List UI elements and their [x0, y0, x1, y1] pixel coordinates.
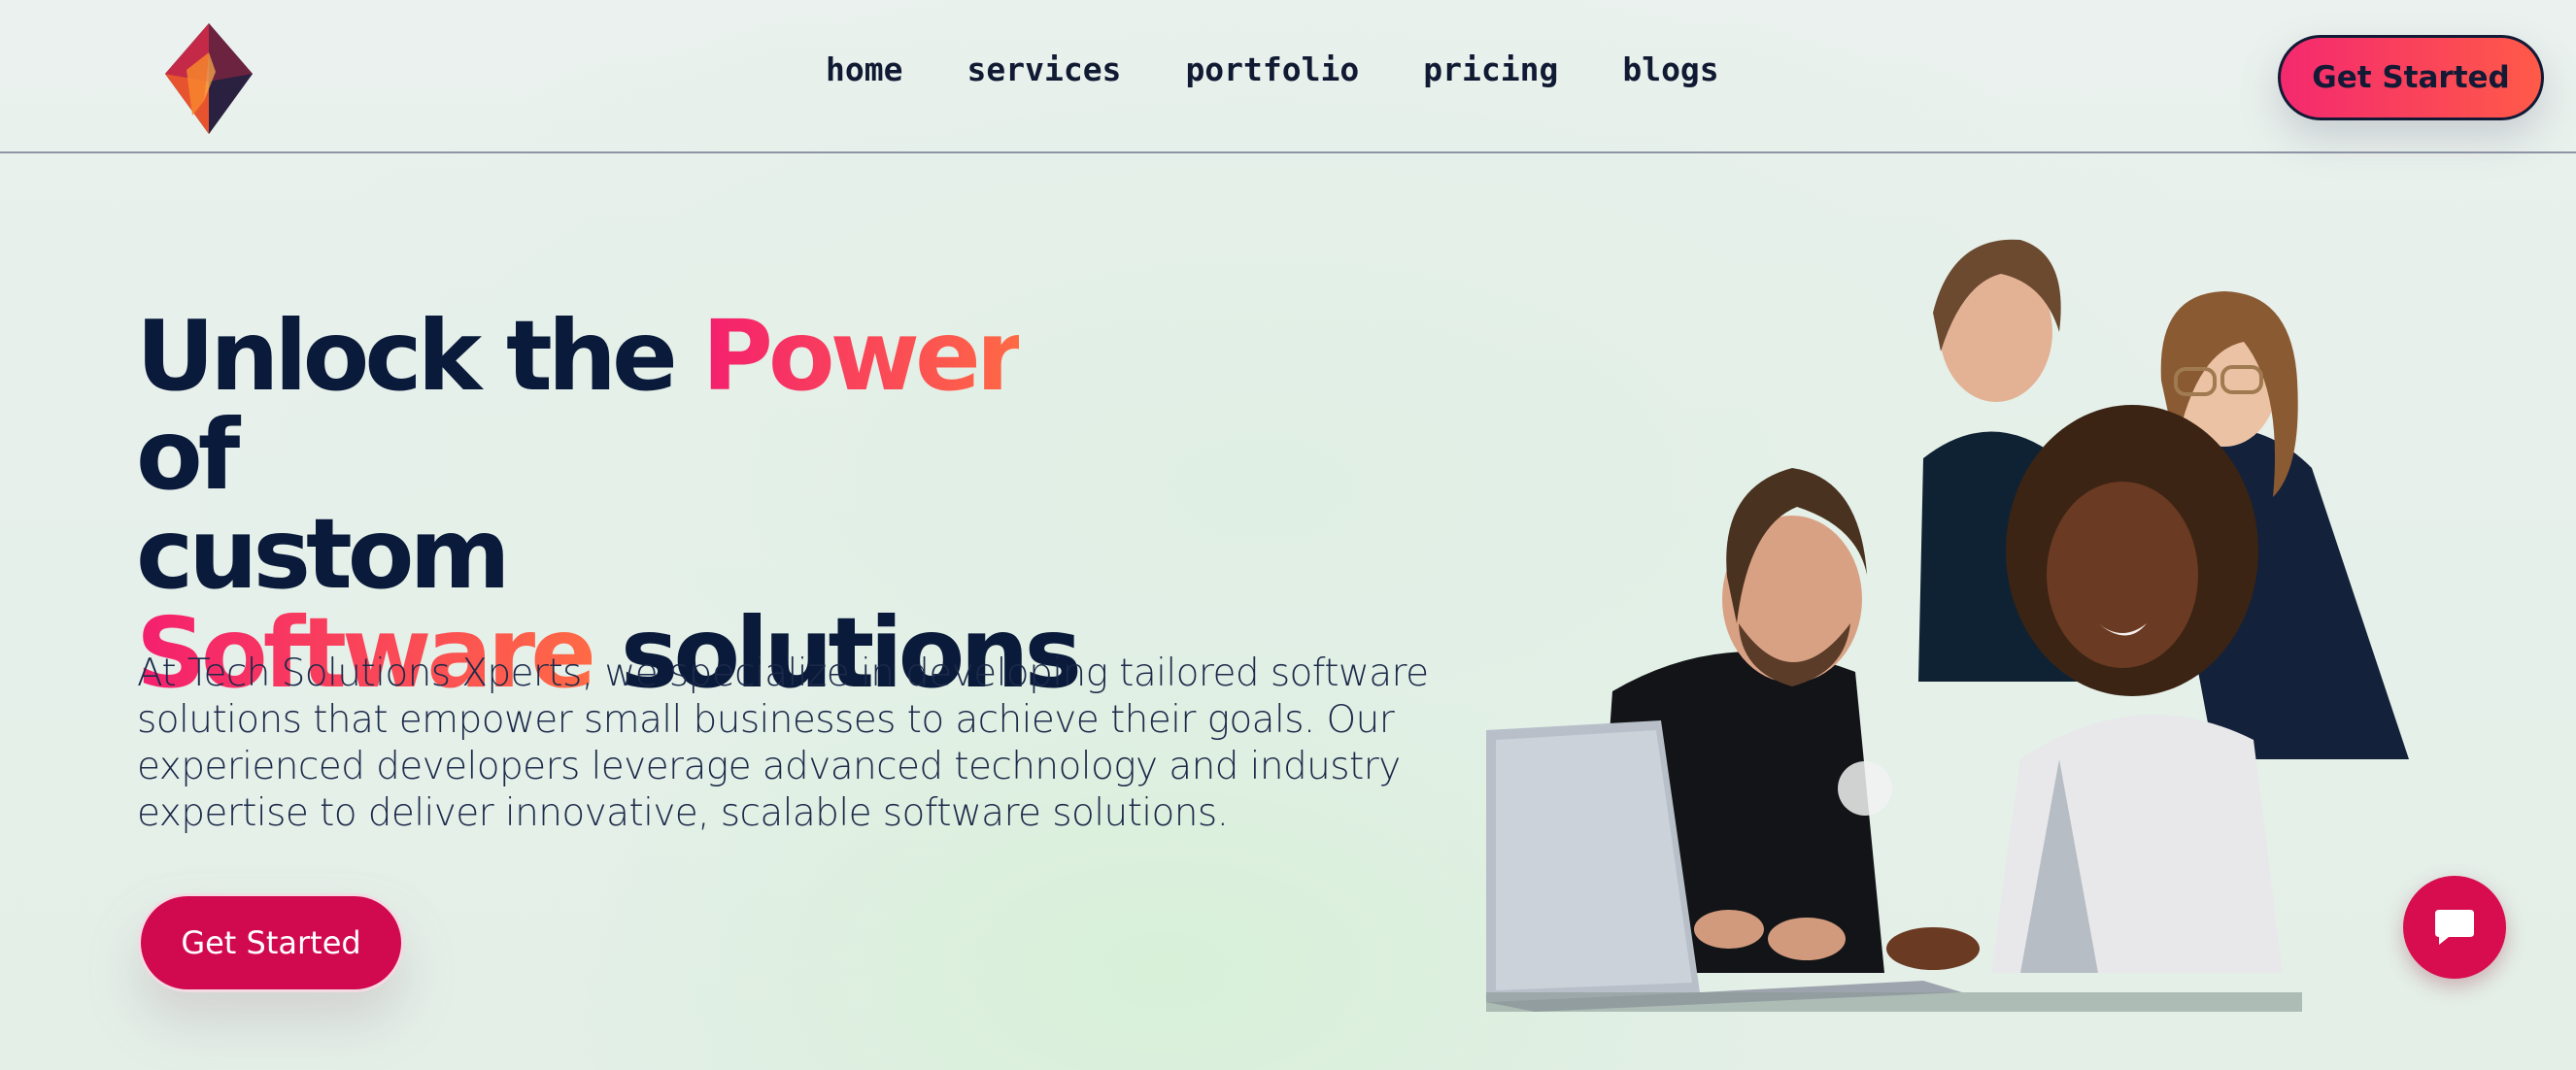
- headline-text: of: [136, 398, 240, 512]
- site-header: home services portfolio pricing blogs Ge…: [0, 0, 2576, 153]
- nav-item-pricing[interactable]: pricing: [1423, 50, 1558, 88]
- hero-headline: Unlock the Power of custom Software solu…: [136, 307, 1107, 703]
- chat-bubble-icon[interactable]: [2403, 876, 2506, 979]
- hero-description: At Tech Solutions Xperts, we specialize …: [137, 652, 1429, 835]
- main-nav: home services portfolio pricing blogs: [826, 50, 1719, 88]
- hero-get-started-button[interactable]: Get Started: [138, 893, 404, 992]
- headline-text: Unlock the: [136, 299, 702, 413]
- diamond-gem-icon[interactable]: [165, 23, 253, 134]
- team-at-laptop-illustration: [1476, 216, 2506, 1012]
- header-get-started-button[interactable]: Get Started: [2278, 35, 2544, 120]
- headline-highlight-power: Power: [701, 299, 1025, 413]
- nav-item-services[interactable]: services: [966, 50, 1121, 88]
- nav-item-portfolio[interactable]: portfolio: [1185, 50, 1359, 88]
- nav-item-blogs[interactable]: blogs: [1622, 50, 1718, 88]
- headline-text: custom: [136, 497, 511, 611]
- nav-item-home[interactable]: home: [826, 50, 902, 88]
